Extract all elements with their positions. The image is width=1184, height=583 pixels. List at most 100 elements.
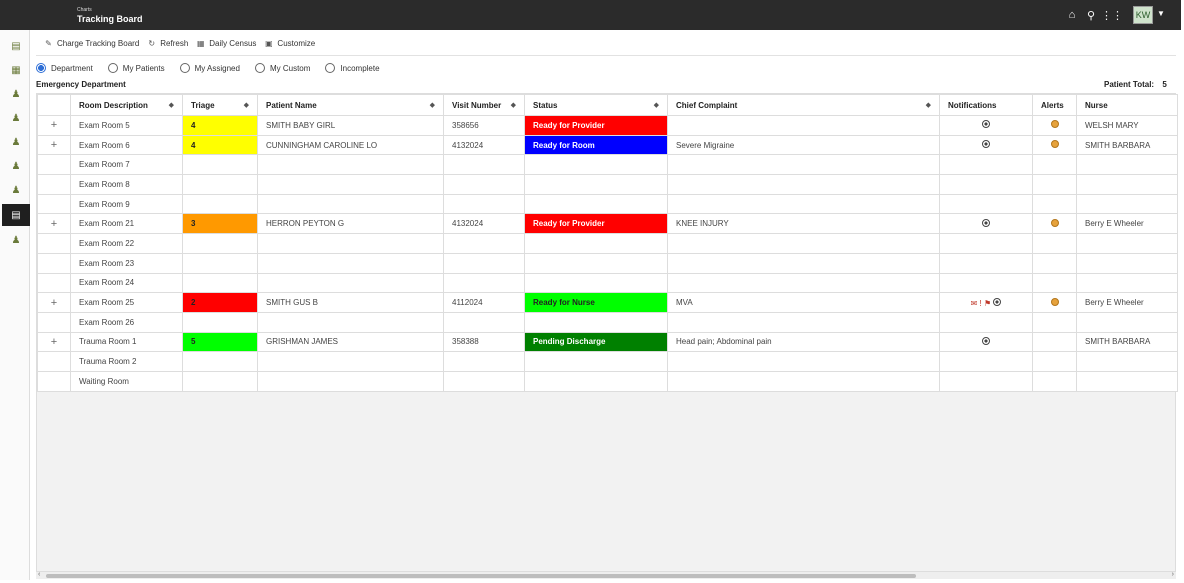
notifications-cell[interactable]: ✉ ! ⚑ (939, 292, 1033, 313)
notifications-cell[interactable] (939, 134, 1033, 156)
table-row[interactable]: Waiting Room (37, 370, 1178, 392)
column-header-nurse[interactable]: Nurse (1076, 94, 1178, 116)
horizontal-scrollbar[interactable]: ‹ › (36, 571, 1176, 579)
notification-icon[interactable] (993, 297, 1002, 306)
table-row[interactable]: + Exam Room 6 4 CUNNINGHAM CAROLINE LO 41320… (37, 134, 1178, 156)
home-icon[interactable]: ⌂ (1065, 8, 1079, 22)
alerts-cell[interactable] (1032, 292, 1077, 313)
refresh-button[interactable]: ↻ Refresh (147, 39, 188, 48)
status-cell[interactable]: Ready for Room (524, 134, 668, 156)
expand-plus-icon[interactable]: + (51, 297, 57, 309)
table-row[interactable]: + Exam Room 25 2 SMITH GUS B 4112024 Ready fo… (37, 292, 1178, 313)
patient-name-cell[interactable]: CUNNINGHAM CAROLINE LO (257, 134, 444, 156)
document-icon[interactable]: ▤ (8, 38, 24, 54)
radio-button[interactable] (254, 63, 265, 73)
expand-cell[interactable]: + (37, 134, 71, 156)
chevron-down-icon[interactable]: ▼ (1157, 9, 1165, 18)
patient-name-cell[interactable]: HERRON PEYTON G (257, 213, 444, 235)
status-cell[interactable]: Ready for Provider (524, 213, 668, 235)
radio-button[interactable] (179, 63, 190, 73)
scroll-left-icon[interactable]: ‹ (38, 571, 40, 578)
column-header-alerts[interactable]: Alerts (1032, 94, 1077, 116)
expand-plus-icon[interactable]: + (51, 336, 57, 348)
notification-icon[interactable] (982, 120, 990, 129)
notification-icon[interactable] (982, 336, 990, 345)
table-row[interactable]: Exam Room 8 (37, 174, 1178, 195)
notification-flags-icon[interactable]: ✉ ! ⚑ (971, 299, 994, 308)
column-header-notifications[interactable]: Notifications (939, 94, 1033, 116)
filter-my-assigned[interactable]: My Assigned (179, 63, 240, 73)
filter-my-patients[interactable]: My Patients (107, 63, 165, 73)
table-row[interactable]: Exam Room 24 (37, 272, 1178, 294)
radio-button[interactable] (325, 63, 336, 73)
status-cell[interactable]: Pending Discharge (524, 331, 668, 353)
alert-icon[interactable] (1050, 297, 1059, 306)
alerts-cell[interactable] (1032, 213, 1077, 235)
column-header-patient-name[interactable]: Patient Name ◆ (257, 94, 444, 116)
alert-icon[interactable] (1050, 120, 1059, 129)
sort-icon[interactable]: ◆ (169, 101, 174, 109)
sort-icon[interactable]: ◆ (926, 101, 931, 109)
expand-cell[interactable]: + (37, 213, 71, 235)
filter-my-custom[interactable]: My Custom (254, 63, 310, 73)
notification-icon[interactable] (982, 218, 990, 227)
table-row[interactable]: Exam Room 23 (37, 252, 1178, 274)
alert-icon[interactable] (1050, 140, 1059, 149)
customize-button[interactable]: ▣ Customize (264, 39, 315, 48)
table-row[interactable]: + Trauma Room 1 5 GRISHMAN JAMES 358388 Pendi… (37, 331, 1178, 353)
column-header-status[interactable]: Status ◆ (524, 94, 668, 116)
search-icon[interactable]: ⚲ (1084, 8, 1098, 22)
column-header-triage[interactable]: Triage ◆ (182, 94, 258, 116)
table-row[interactable]: Exam Room 9 (37, 193, 1178, 215)
expand-plus-icon[interactable]: + (51, 139, 57, 151)
user-check-icon[interactable]: ♟ (8, 158, 24, 174)
radio-button[interactable] (36, 63, 46, 73)
notification-icon[interactable] (982, 140, 990, 149)
notifications-cell[interactable] (939, 331, 1033, 353)
alerts-cell[interactable] (1032, 115, 1077, 136)
status-cell[interactable]: Ready for Nurse (524, 292, 668, 313)
sort-icon[interactable]: ◆ (511, 101, 516, 109)
avatar[interactable]: KW (1133, 6, 1153, 24)
column-header-room-description[interactable]: Room Description ◆ (70, 94, 183, 116)
expand-cell[interactable]: + (37, 292, 71, 313)
expand-plus-icon[interactable]: + (51, 218, 57, 230)
sort-icon[interactable]: ◆ (244, 101, 249, 109)
table-row[interactable]: Exam Room 22 (37, 233, 1178, 254)
column-header-visit-number[interactable]: Visit Number ◆ (443, 94, 525, 116)
sort-icon[interactable]: ◆ (654, 101, 659, 109)
filter-incomplete[interactable]: Incomplete (325, 63, 380, 73)
table-row[interactable]: Exam Room 7 (37, 154, 1178, 176)
expand-plus-icon[interactable]: + (51, 119, 57, 131)
tracking-board-icon[interactable]: ▤ (2, 204, 30, 226)
user-list-icon[interactable]: ♟ (8, 134, 24, 150)
user-icon[interactable]: ♟ (8, 86, 24, 102)
notifications-cell[interactable] (939, 115, 1033, 136)
notifications-cell[interactable] (939, 213, 1033, 235)
status-cell[interactable]: Ready for Provider (524, 115, 668, 136)
calendar-icon[interactable]: ▦ (8, 62, 24, 78)
scrollbar-thumb[interactable] (46, 574, 916, 578)
table-row[interactable]: + Exam Room 21 3 HERRON PEYTON G 4132024 Read… (37, 213, 1178, 235)
column-header-chief-complaint[interactable]: Chief Complaint ◆ (667, 94, 940, 116)
table-row[interactable]: Trauma Room 2 (37, 351, 1178, 372)
daily-census-button[interactable]: ▦ Daily Census (196, 39, 256, 48)
alerts-cell[interactable] (1032, 134, 1077, 156)
patient-name-cell[interactable]: SMITH BABY GIRL (257, 115, 444, 136)
alert-icon[interactable] (1050, 218, 1059, 227)
user-add-icon[interactable]: ♟ (8, 110, 24, 126)
charge-tracking-board-button[interactable]: ✎ Charge Tracking Board (44, 39, 139, 48)
expand-cell[interactable]: + (37, 331, 71, 353)
sort-icon[interactable]: ◆ (430, 101, 435, 109)
patient-name-cell[interactable]: GRISHMAN JAMES (257, 331, 444, 353)
table-row[interactable]: Exam Room 26 (37, 311, 1178, 333)
table-row[interactable]: + Exam Room 5 4 SMITH BABY GIRL 358656 Ready … (37, 115, 1178, 136)
filter-department[interactable]: Department (36, 63, 93, 73)
expand-cell[interactable]: + (37, 115, 71, 136)
apps-grid-icon[interactable]: ⋮⋮ (1101, 8, 1123, 22)
patient-name-cell[interactable]: SMITH GUS B (257, 292, 444, 313)
user-group-icon[interactable]: ♟ (8, 182, 24, 198)
scroll-right-icon[interactable]: › (1172, 571, 1174, 578)
radio-button[interactable] (107, 63, 118, 73)
user-money-icon[interactable]: ♟ (8, 232, 24, 248)
